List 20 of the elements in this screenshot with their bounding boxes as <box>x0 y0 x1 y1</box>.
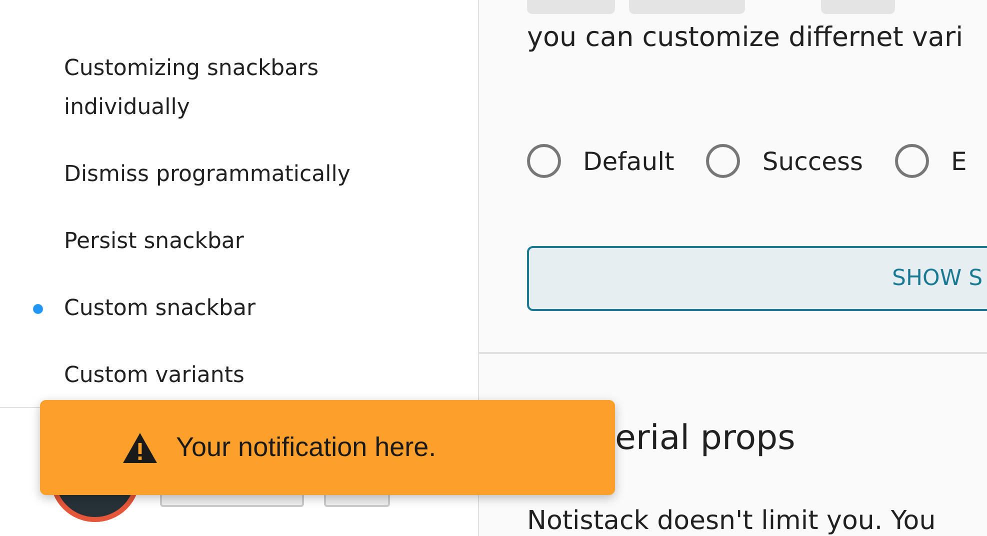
radio-icon[interactable] <box>527 144 561 178</box>
section-heading: erial props <box>614 417 796 458</box>
warning-icon <box>122 432 158 464</box>
show-button[interactable]: SHOW S <box>527 246 987 311</box>
paragraph: Notistack doesn't limit you. You <box>526 505 937 536</box>
sidebar-link[interactable]: Dismiss programmatically <box>28 155 394 194</box>
radio-label: Default <box>583 146 674 176</box>
intro-text: you can customize differnet vari <box>527 21 964 55</box>
variant-radio[interactable]: Default <box>527 144 674 178</box>
sidebar-link[interactable]: Custom snackbar <box>28 289 394 328</box>
sidebar-link[interactable]: Customizing snackbars individually <box>28 49 394 127</box>
variant-radio[interactable]: E <box>895 144 967 178</box>
radio-label: Success <box>762 146 863 176</box>
radio-label: E <box>951 146 967 176</box>
snackbar-message: Your notification here. <box>176 432 436 463</box>
sidebar-link[interactable]: Persist snackbar <box>28 222 394 261</box>
radio-icon[interactable] <box>706 144 740 178</box>
variant-radio[interactable]: Success <box>706 144 863 178</box>
radio-icon[interactable] <box>895 144 929 178</box>
sidebar-link[interactable]: Custom variants <box>28 356 394 395</box>
